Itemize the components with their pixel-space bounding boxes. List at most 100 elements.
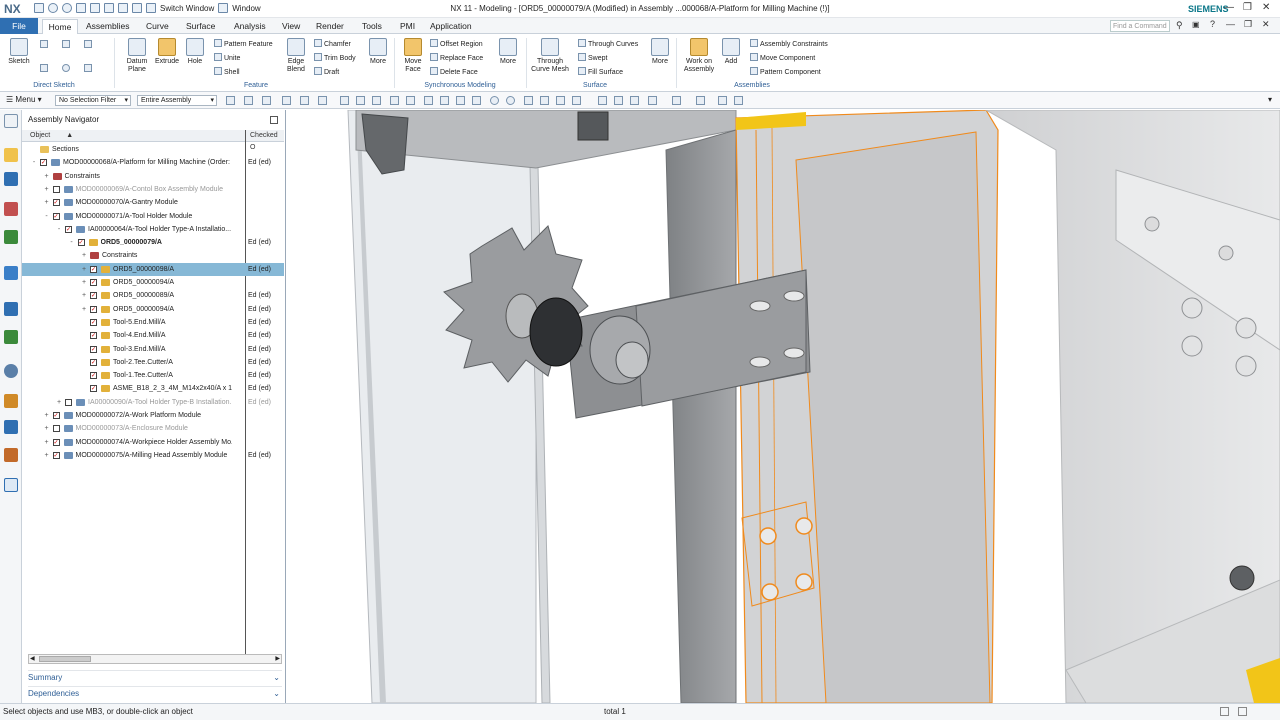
delete-face-button[interactable]: Delete Face bbox=[430, 67, 478, 77]
visibility-checkbox[interactable]: ✓ bbox=[52, 451, 60, 459]
snap-icon[interactable] bbox=[390, 96, 399, 105]
edge-blend-button[interactable]: Edge Blend bbox=[282, 38, 310, 74]
visibility-checkbox[interactable]: ✓ bbox=[77, 239, 85, 247]
training-icon[interactable] bbox=[4, 478, 18, 492]
restore-icon[interactable]: ❐ bbox=[1244, 19, 1252, 30]
constraint-navigator-icon[interactable] bbox=[4, 202, 18, 216]
rectangle-icon[interactable] bbox=[62, 40, 72, 50]
datum-plane-button[interactable]: Datum Plane bbox=[122, 38, 152, 74]
column-header-object[interactable]: Object ▲ bbox=[22, 130, 245, 142]
expand-icon[interactable]: + bbox=[80, 263, 88, 276]
snap-icon[interactable] bbox=[406, 96, 415, 105]
unite-button[interactable]: Unite bbox=[214, 53, 240, 63]
collapse-icon[interactable]: - bbox=[30, 156, 38, 169]
system-scenes-icon[interactable] bbox=[4, 394, 18, 408]
tab-assemblies[interactable]: Assemblies bbox=[86, 19, 129, 34]
view-icon[interactable] bbox=[718, 96, 727, 105]
surface-more-button[interactable]: More bbox=[648, 38, 672, 66]
snap-icon[interactable] bbox=[282, 96, 291, 105]
horizontal-scrollbar[interactable]: ◀ ▶ bbox=[28, 654, 282, 664]
palette-icon[interactable] bbox=[4, 330, 18, 344]
feature-more-button[interactable]: More bbox=[366, 38, 390, 66]
collapse-icon[interactable]: - bbox=[68, 236, 76, 249]
visibility-checkbox[interactable]: ✓ bbox=[52, 199, 60, 207]
tree-row[interactable]: + ✓ MOD00000072/A-Work Platform Module bbox=[22, 409, 284, 422]
view-icon[interactable] bbox=[630, 96, 639, 105]
tree-row[interactable]: + Constraints bbox=[22, 249, 284, 262]
snap-icon[interactable] bbox=[506, 96, 515, 105]
shell-button[interactable]: Shell bbox=[214, 67, 240, 77]
tree-row[interactable]: + MOD00000073/A-Enclosure Module bbox=[22, 422, 284, 435]
visibility-checkbox[interactable]: ✓ bbox=[90, 332, 97, 340]
restore-icon[interactable]: ❐ bbox=[1243, 2, 1252, 13]
snap-icon[interactable] bbox=[300, 96, 309, 105]
tree-row[interactable]: + ✓ MOD00000070/A-Gantry Module bbox=[22, 196, 284, 209]
status-icon[interactable] bbox=[1238, 707, 1247, 716]
search-icon[interactable]: ⚲ bbox=[1176, 20, 1183, 31]
view-icon[interactable] bbox=[648, 96, 657, 105]
visibility-checkbox[interactable]: ✓ bbox=[90, 345, 97, 353]
tree-row[interactable]: + ✓ ORD5_00000089/A Ed (ed) bbox=[22, 289, 284, 302]
snap-icon[interactable] bbox=[572, 96, 581, 105]
through-curve-mesh-button[interactable]: Through Curve Mesh bbox=[530, 38, 570, 74]
visibility-checkbox[interactable]: ✓ bbox=[90, 279, 97, 286]
tree-row[interactable]: + ✓ ORD5_00000094/A bbox=[22, 276, 284, 289]
tab-view[interactable]: View bbox=[282, 19, 300, 34]
snap-icon[interactable] bbox=[340, 96, 349, 105]
chevron-down-icon[interactable]: ▾ bbox=[1268, 95, 1272, 104]
tree-row[interactable]: + ✓ MOD00000074/A-Workpiece Holder Assembl… bbox=[22, 436, 284, 449]
visibility-checkbox[interactable]: ✓ bbox=[52, 212, 60, 220]
view-icon[interactable] bbox=[614, 96, 623, 105]
reuse-library-icon[interactable] bbox=[4, 230, 18, 244]
visibility-checkbox[interactable]: ✓ bbox=[52, 412, 60, 419]
close-icon[interactable]: ✕ bbox=[1262, 2, 1270, 13]
visibility-checkbox[interactable]: ✓ bbox=[65, 225, 72, 233]
work-on-assembly-button[interactable]: Work on Assembly bbox=[682, 38, 716, 74]
move-component-button[interactable]: Move Component bbox=[750, 53, 815, 63]
tree-row[interactable]: - ✓ MOD00000071/A-Tool Holder Module bbox=[22, 210, 284, 223]
view-icon[interactable] bbox=[598, 96, 607, 105]
polyline-icon[interactable] bbox=[84, 40, 94, 50]
expand-icon[interactable]: + bbox=[43, 196, 51, 209]
sketch-button[interactable]: Sketch bbox=[6, 38, 32, 66]
minimize-icon[interactable]: — bbox=[1226, 19, 1235, 29]
graphics-viewport[interactable] bbox=[286, 110, 1280, 703]
selection-filter-dropdown[interactable]: No Selection Filter bbox=[55, 95, 131, 106]
through-curves-button[interactable]: Through Curves bbox=[578, 39, 638, 49]
tree-row[interactable]: ✓ ASME_B18_2_3_4M_M14x2x40/A x 12 Ed (ed) bbox=[22, 382, 284, 395]
arc-icon[interactable] bbox=[40, 64, 50, 74]
scroll-left-icon[interactable]: ◀ bbox=[30, 655, 35, 662]
tree-row[interactable]: ✓ Tool-1.Tee.Cutter/A Ed (ed) bbox=[22, 369, 284, 382]
tree-row[interactable]: + ✓ ORD5_00000098/A Ed (ed) bbox=[22, 262, 284, 276]
collapse-icon[interactable]: - bbox=[55, 223, 63, 236]
hd3d-tools-icon[interactable] bbox=[4, 266, 18, 280]
fill-surface-button[interactable]: Fill Surface bbox=[578, 67, 623, 77]
assembly-constraints-button[interactable]: Assembly Constraints bbox=[750, 39, 828, 49]
minimize-icon[interactable]: — bbox=[1224, 2, 1234, 13]
summary-pane-header[interactable]: Summary ⌄ bbox=[28, 670, 282, 683]
tab-application[interactable]: Application bbox=[430, 19, 472, 34]
status-icon[interactable] bbox=[1220, 707, 1229, 716]
view-icon[interactable] bbox=[672, 96, 681, 105]
menu-button[interactable]: ☰ Menu ▾ bbox=[6, 95, 42, 104]
collapse-icon[interactable]: - bbox=[43, 210, 51, 223]
snap-icon[interactable] bbox=[226, 96, 235, 105]
tree-row[interactable]: + ✓ MOD00000075/A-Milling Head Assembly Mo… bbox=[22, 449, 284, 462]
snap-icon[interactable] bbox=[440, 96, 449, 105]
tree-row[interactable]: - ✓ ORD5_00000079/A Ed (ed) bbox=[22, 236, 284, 249]
expand-icon[interactable]: + bbox=[55, 396, 63, 409]
visibility-checkbox[interactable]: ✓ bbox=[90, 358, 97, 366]
tab-render[interactable]: Render bbox=[316, 19, 344, 34]
gear-icon[interactable] bbox=[4, 114, 18, 128]
snap-icon[interactable] bbox=[490, 96, 499, 105]
snap-icon[interactable] bbox=[318, 96, 327, 105]
tree-row[interactable]: ✓ Tool-2.Tee.Cutter/A Ed (ed) bbox=[22, 356, 284, 369]
tree-row[interactable]: - ✓ IA00000064/A-Tool Holder Type-A Instal… bbox=[22, 223, 284, 236]
offset-region-button[interactable]: Offset Region bbox=[430, 39, 483, 49]
expand-icon[interactable]: + bbox=[43, 436, 51, 449]
snap-icon[interactable] bbox=[244, 96, 253, 105]
visibility-checkbox[interactable]: ✓ bbox=[90, 385, 97, 393]
snap-icon[interactable] bbox=[540, 96, 549, 105]
snap-icon[interactable] bbox=[556, 96, 565, 105]
circle-icon[interactable] bbox=[62, 64, 72, 74]
